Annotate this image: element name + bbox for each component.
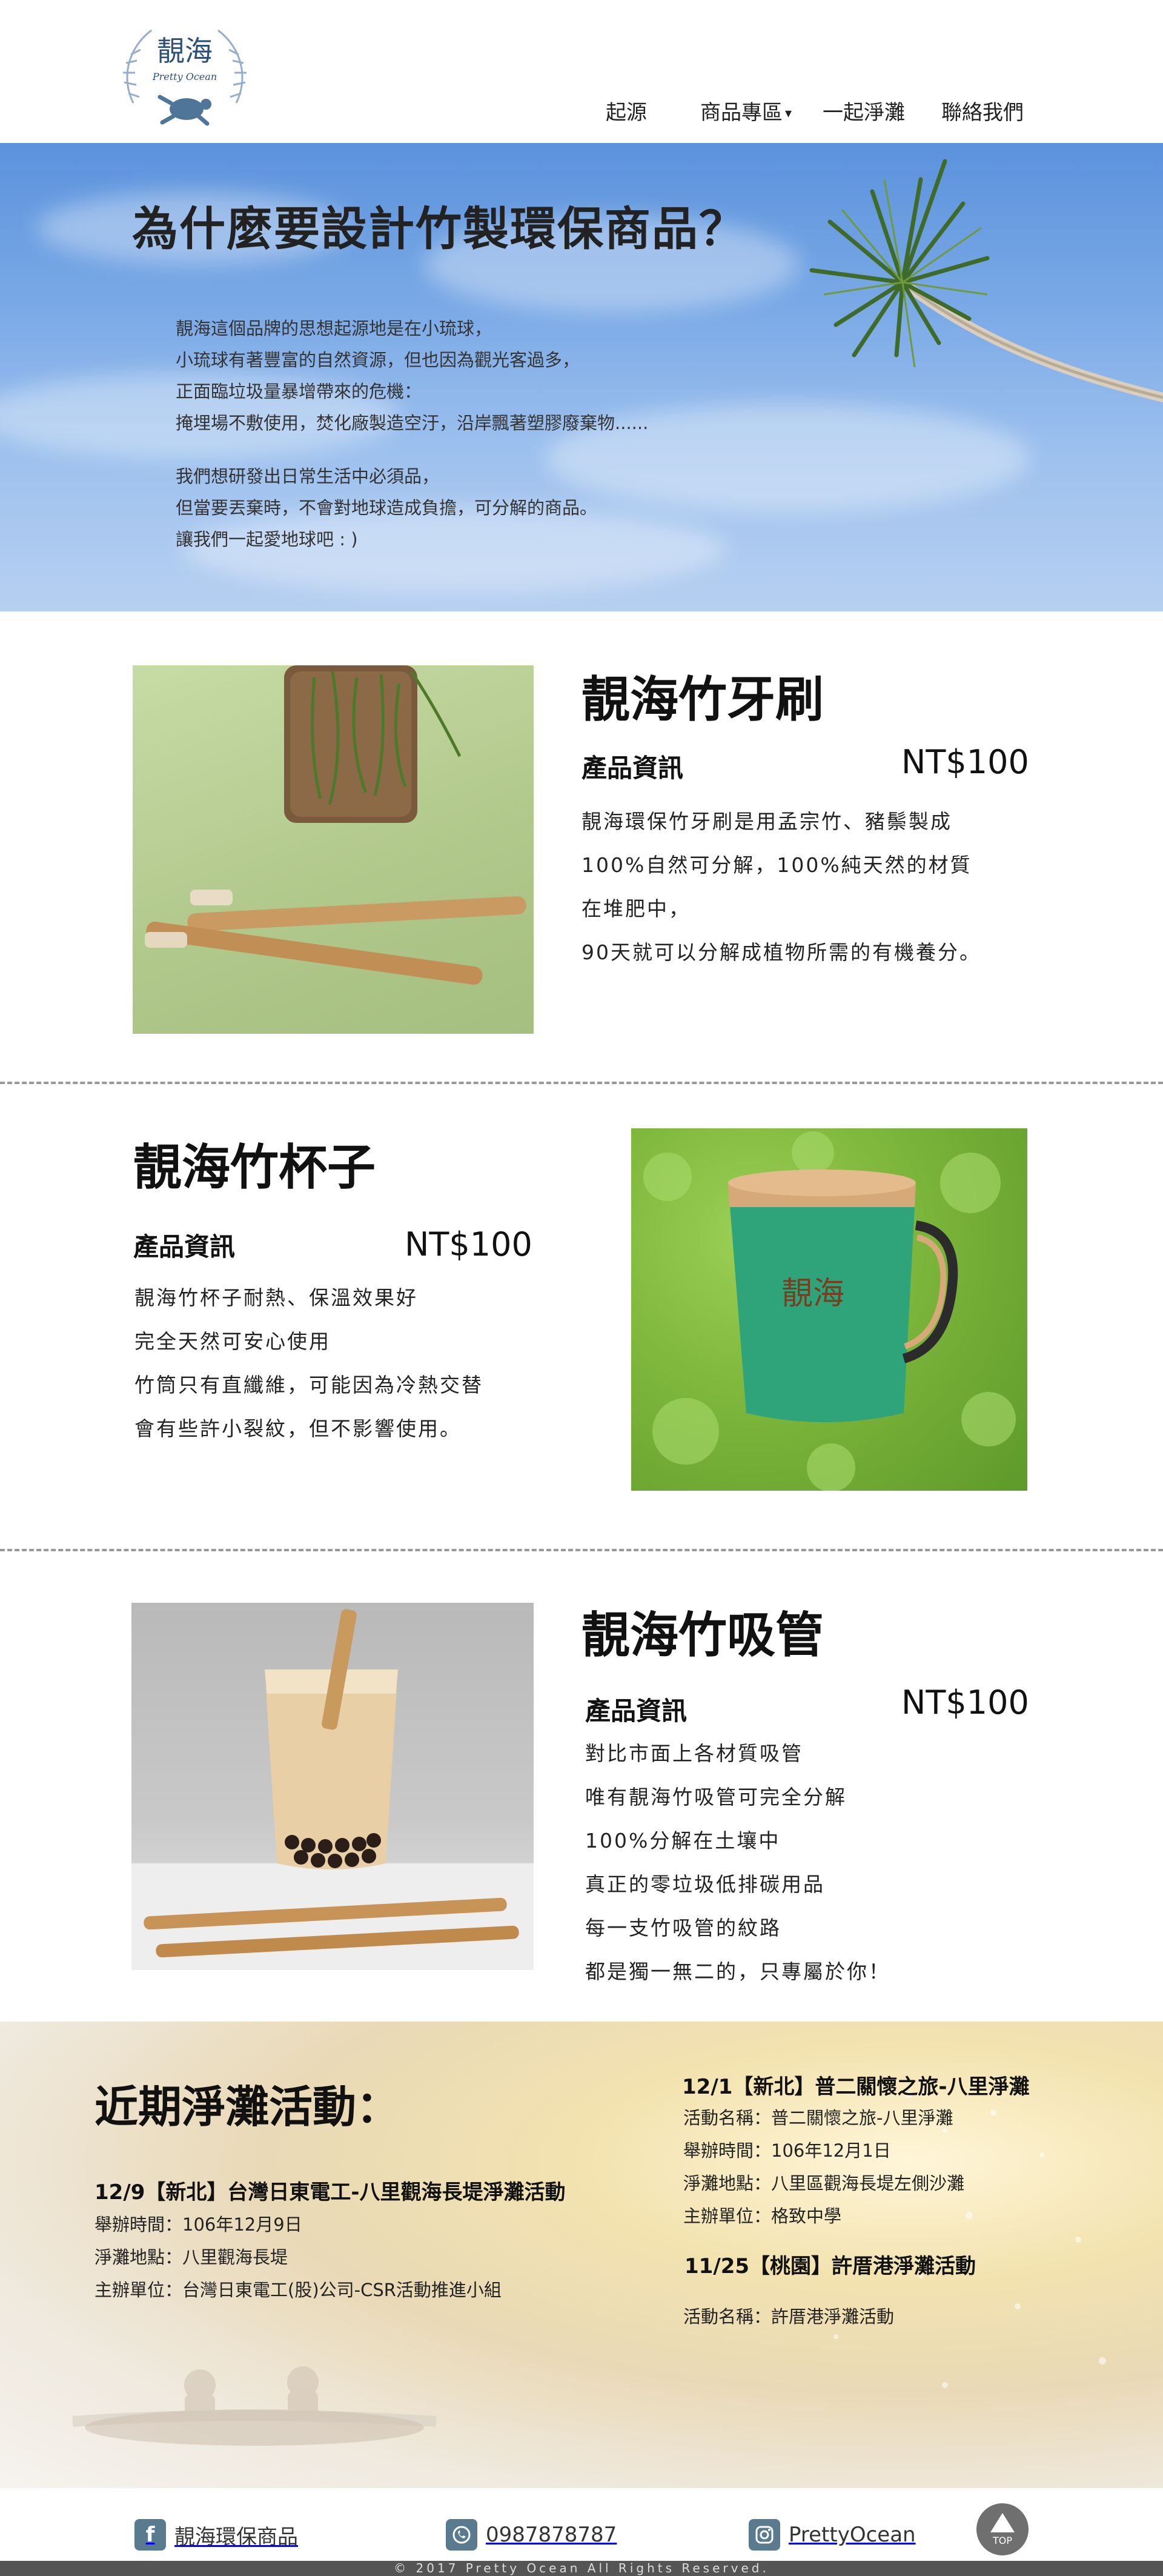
hero-line: 掩埋場不敷使用，焚化廠製造空汙，沿岸飄著塑膠廢棄物......: [176, 413, 649, 433]
whatsapp-link[interactable]: 0987878787: [446, 2518, 617, 2551]
event-detail: 淨灘地點：八里區觀海長堤左側沙灘: [683, 2173, 965, 2194]
description-line: 每一支竹吸管的紋路: [585, 1916, 781, 1940]
event-heading: 11/25【桃園】許厝港淨灘活動: [684, 2254, 976, 2278]
hero-line: 我們想研發出日常生活中必須品，: [176, 466, 440, 487]
product-name: 靚海竹吸管: [582, 1607, 824, 1663]
description-line: 對比市面上各材質吸管: [585, 1742, 803, 1765]
whatsapp-label: 0987878787: [486, 2523, 617, 2547]
product-price: NT$100: [901, 1683, 1029, 1722]
product-description: 靚海環保竹牙刷是用孟宗竹、豬鬃製成 100%自然可分解，100%純天然的材質 在…: [582, 800, 981, 974]
event-detail: 主辦單位：格致中學: [683, 2206, 842, 2226]
description-line: 真正的零垃圾低排碳用品: [585, 1872, 825, 1896]
whatsapp-icon: [446, 2519, 477, 2551]
hero-paragraph-1: 靚海這個品牌的思想起源地是在小琉球， 小琉球有著豐富的自然資源，但也因為觀光客過…: [176, 313, 648, 439]
cup-image: 靚海: [631, 1128, 1027, 1491]
product-price: NT$100: [405, 1225, 532, 1263]
product-info-label: 產品資訊: [585, 1696, 688, 1726]
nav-contact-label: 聯絡我們: [941, 101, 1024, 125]
facebook-icon: f: [134, 2519, 166, 2551]
palm-tree-illustration: [809, 159, 1163, 402]
nav-beach-cleanup-label: 一起淨灘: [823, 101, 905, 125]
event-detail: 活動名稱：許厝港淨灘活動: [683, 2306, 895, 2327]
event-heading: 12/9【新北】台灣日東電工-八里觀海長堤淨灘活動: [94, 2180, 566, 2205]
site-footer: f 靚海環保商品 0987878787 PrettyOcean TOP: [0, 2488, 1163, 2561]
copyright-bar: © 2017 Pretty Ocean All Rights Reserved.: [0, 2561, 1163, 2576]
svg-text:Pretty Ocean: Pretty Ocean: [152, 71, 217, 82]
section-divider: [0, 1549, 1163, 1551]
svg-text:靚海: 靚海: [157, 35, 213, 67]
straw-image: [131, 1603, 534, 1970]
hero-line: 靚海這個品牌的思想起源地是在小琉球，: [176, 318, 492, 339]
section-divider: [0, 1082, 1163, 1084]
arrow-up-icon: [990, 2513, 1015, 2532]
events-title: 近期淨灘活動：: [94, 2082, 400, 2132]
facebook-label: 靚海環保商品: [174, 2524, 298, 2549]
back-to-top-button[interactable]: TOP: [976, 2503, 1029, 2555]
event-detail: 舉辦時間：106年12月9日: [94, 2214, 302, 2235]
product-info-label: 產品資訊: [582, 753, 684, 783]
description-line: 100%分解在土壤中: [585, 1829, 781, 1852]
main-nav: 起源 商品專區 ▾ 一起淨灘 聯絡我們: [0, 96, 1163, 125]
beach-cleanup-events: 近期淨灘活動： 12/9【新北】台灣日東電工-八里觀海長堤淨灘活動 舉辦時間：1…: [0, 2022, 1163, 2488]
description-line: 竹筒只有直纖維，可能因為冷熱交替: [134, 1373, 483, 1397]
instagram-link[interactable]: PrettyOcean: [749, 2518, 916, 2551]
nav-contact[interactable]: 聯絡我們: [941, 96, 1024, 125]
description-line: 90天就可以分解成植物所需的有機養分。: [582, 940, 981, 964]
nav-beach-cleanup[interactable]: 一起淨灘: [823, 96, 905, 125]
instagram-label: PrettyOcean: [789, 2523, 916, 2547]
description-line: 100%自然可分解，100%純天然的材質: [582, 853, 972, 877]
hero-line: 正面臨垃圾量暴增帶來的危機：: [176, 381, 422, 402]
event-detail: 活動名稱：普二關懷之旅-八里淨灘: [683, 2108, 953, 2128]
product-name: 靚海竹牙刷: [582, 671, 824, 728]
nav-origin-label: 起源: [606, 101, 647, 125]
instagram-icon: [749, 2519, 780, 2551]
description-line: 完全天然可安心使用: [134, 1330, 331, 1353]
cup-print-text: 靚海: [781, 1276, 844, 1312]
product-price: NT$100: [901, 743, 1029, 781]
hero-line: 讓我們一起愛地球吧 : ): [176, 529, 358, 550]
nav-products-dropdown[interactable]: 商品專區 ▾: [700, 96, 792, 125]
product-name: 靚海竹杯子: [133, 1139, 376, 1196]
description-line: 唯有靚海竹吸管可完全分解: [585, 1785, 847, 1809]
description-line: 靚海環保竹牙刷是用孟宗竹、豬鬃製成: [582, 810, 952, 833]
product-description: 靚海竹杯子耐熱、保溫效果好 完全天然可安心使用 竹筒只有直纖維，可能因為冷熱交替…: [134, 1276, 483, 1451]
hero-line: 小琉球有著豐富的自然資源，但也因為觀光客過多，: [176, 350, 580, 370]
description-line: 會有些許小裂紋，但不影響使用。: [134, 1417, 462, 1440]
event-detail: 淨灘地點：八里觀海長堤: [94, 2247, 288, 2268]
description-line: 在堆肥中，: [582, 897, 691, 920]
facebook-link[interactable]: f 靚海環保商品: [134, 2518, 298, 2551]
description-line: 都是獨一無二的，只專屬於你！: [585, 1960, 890, 1983]
site-header: 靚海 Pretty Ocean 起源 商品專區 ▾ 一起淨灘 聯絡我們: [0, 0, 1163, 143]
product-description: 對比市面上各材質吸管 唯有靚海竹吸管可完全分解 100%分解在土壤中 真正的零垃…: [585, 1732, 890, 1994]
hero-banner: 為什麼要設計竹製環保商品？ 靚海這個品牌的思想起源地是在小琉球， 小琉球有著豐富…: [0, 143, 1163, 611]
hero-title: 為什麼要設計竹製環保商品？: [132, 202, 746, 256]
nav-origin[interactable]: 起源: [606, 96, 647, 125]
event-detail: 舉辦時間：106年12月1日: [683, 2140, 891, 2161]
event-heading: 12/1【新北】普二關懷之旅-八里淨灘: [682, 2075, 1030, 2099]
hero-line: 但當要丟棄時，不會對地球造成負擔，可分解的商品。: [176, 498, 598, 518]
hero-paragraph-2: 我們想研發出日常生活中必須品， 但當要丟棄時，不會對地球造成負擔，可分解的商品。…: [176, 461, 597, 555]
chevron-down-icon: ▾: [785, 106, 792, 121]
nav-products-label: 商品專區: [700, 101, 783, 125]
product-info-label: 產品資訊: [133, 1232, 236, 1262]
back-to-top-label: TOP: [992, 2535, 1012, 2546]
toothbrush-image: [133, 665, 534, 1034]
description-line: 靚海竹杯子耐熱、保溫效果好: [134, 1286, 418, 1310]
event-detail: 主辦單位：台灣日東電工(股)公司-CSR活動推進小組: [94, 2280, 502, 2300]
